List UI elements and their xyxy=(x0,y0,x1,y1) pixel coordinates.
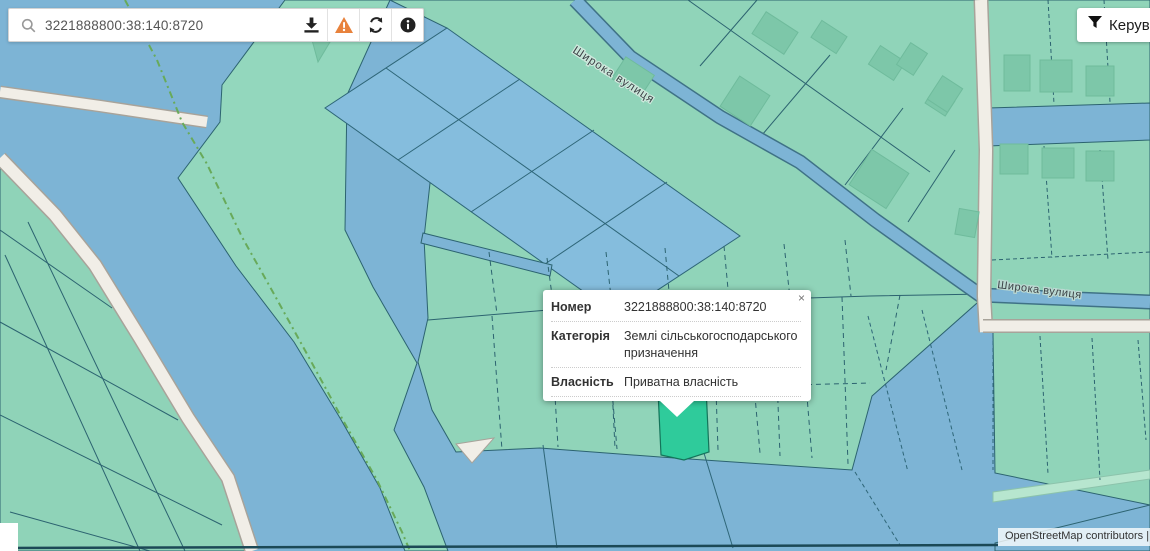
popup-label: Категорія xyxy=(551,328,624,361)
search-input[interactable]: 3221888800:38:140:8720 xyxy=(45,18,296,33)
popup-value: 3221888800:38:140:8720 xyxy=(624,299,801,315)
search-icon xyxy=(9,18,45,33)
info-button[interactable] xyxy=(391,9,423,41)
popup-label: Номер xyxy=(551,299,624,315)
popup-row-category: Категорія Землі сільськогосподарського п… xyxy=(551,322,801,368)
parcel-info-popup: × Номер 3221888800:38:140:8720 Категорія… xyxy=(543,290,811,401)
refresh-button[interactable] xyxy=(359,9,391,41)
popup-value: Землі сільськогосподарського призначення xyxy=(624,328,801,361)
layers-button[interactable]: Керування xyxy=(1077,8,1150,42)
popup-label: Власність xyxy=(551,374,624,390)
map-attribution: OpenStreetMap contributors | xyxy=(998,528,1150,546)
cadastral-map-app: Широка вулиця Широка вулиця 3221888800:3… xyxy=(0,0,1150,551)
map-canvas[interactable]: Широка вулиця Широка вулиця xyxy=(0,0,1150,551)
popup-tail xyxy=(660,401,694,417)
corner-white-box xyxy=(0,523,18,551)
blue-channel xyxy=(988,103,1150,146)
popup-row-ownership: Власність Приватна власність xyxy=(551,368,801,397)
filter-icon xyxy=(1088,16,1102,34)
popup-close-button[interactable]: × xyxy=(798,292,805,304)
search-toolbar: 3221888800:38:140:8720 xyxy=(8,8,424,42)
download-button[interactable] xyxy=(296,9,327,41)
warning-button[interactable] xyxy=(327,9,359,41)
popup-value: Приватна власність xyxy=(624,374,801,390)
layers-button-label: Керування xyxy=(1109,17,1150,34)
popup-row-number: Номер 3221888800:38:140:8720 xyxy=(551,293,801,322)
